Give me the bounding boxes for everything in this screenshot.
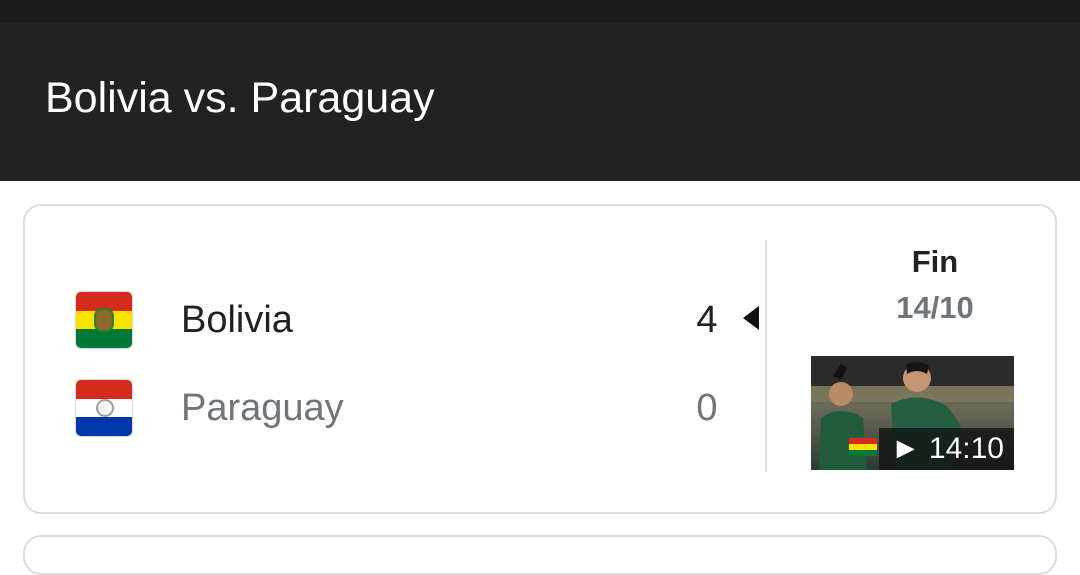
home-team-score: 4 <box>696 299 718 341</box>
match-card[interactable]: Bolivia 4 Paraguay 0 Fin 14/10 ► 14:10 <box>23 204 1057 514</box>
status-bar <box>0 0 1080 22</box>
bolivia-flag-icon <box>76 292 132 348</box>
page-title: Bolivia vs. Paraguay <box>45 74 435 122</box>
video-duration-badge: ► 14:10 <box>878 428 1014 470</box>
match-status: Fin <box>911 244 959 279</box>
highlight-video-thumbnail[interactable]: ► 14:10 <box>811 356 1014 470</box>
app-header: Bolivia vs. Paraguay <box>0 22 1080 181</box>
bolivia-flag-icon <box>849 438 877 456</box>
away-team-score: 0 <box>696 387 718 429</box>
video-duration: 14:10 <box>928 432 1004 465</box>
play-icon: ► <box>890 432 921 465</box>
paraguay-flag-icon <box>76 380 132 436</box>
paraguay-emblem-icon <box>96 399 114 417</box>
away-team-name[interactable]: Paraguay <box>181 387 344 430</box>
winner-indicator-icon <box>743 306 759 330</box>
divider <box>765 240 767 472</box>
home-team-name[interactable]: Bolivia <box>181 299 293 342</box>
match-date: 14/10 <box>896 290 974 325</box>
next-card <box>23 535 1057 575</box>
bolivia-coat-of-arms-icon <box>96 310 112 330</box>
